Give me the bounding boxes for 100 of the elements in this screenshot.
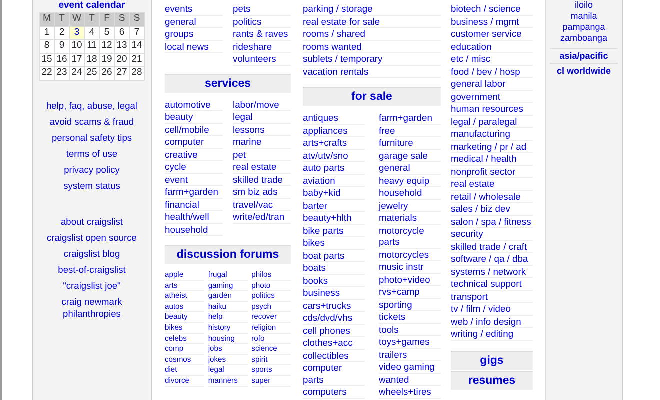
category-link[interactable]: sublets / temporary — [303, 53, 441, 66]
category-link[interactable]: marketing / pr / ad — [451, 140, 533, 153]
category-link[interactable]: salon / spa / fitness — [451, 216, 533, 228]
calendar-day-link[interactable]: 13 — [115, 40, 129, 52]
calendar-day-link[interactable]: 21 — [130, 54, 144, 66]
category-link[interactable]: boat parts — [303, 250, 365, 262]
category-link[interactable]: education — [451, 40, 533, 53]
region-link[interactable]: cl worldwide — [550, 63, 618, 78]
about-link[interactable]: craig newmark philanthropies — [39, 296, 145, 320]
category-link[interactable]: legal / paralegal — [451, 116, 533, 128]
category-link[interactable]: security — [451, 228, 533, 240]
about-link[interactable]: craigslist blog — [39, 248, 145, 260]
category-link[interactable]: free — [379, 124, 441, 137]
city-link[interactable]: iloilo — [550, 0, 618, 11]
section-header-link[interactable]: services — [165, 74, 291, 92]
category-link[interactable]: wanted — [379, 374, 441, 386]
info-link[interactable]: help, faq, abuse, legal — [39, 98, 145, 114]
category-link[interactable]: wheels+tires — [379, 386, 441, 398]
category-link[interactable]: collectibles — [303, 350, 365, 362]
city-link[interactable]: zamboanga — [550, 33, 618, 44]
section-header-link[interactable]: for sale — [303, 87, 441, 106]
category-link[interactable]: rvs+camp — [379, 286, 441, 298]
category-link[interactable]: travel/vac — [233, 198, 291, 211]
category-link[interactable]: sm biz ads — [233, 186, 291, 198]
category-link[interactable]: auto parts — [303, 162, 365, 174]
category-link[interactable]: sporting — [379, 298, 441, 311]
category-link[interactable]: skilled trade / craft — [451, 240, 533, 253]
category-link[interactable]: arts+crafts — [303, 137, 365, 150]
calendar-day-link[interactable]: 10 — [70, 40, 84, 52]
category-link[interactable]: cell phones — [303, 324, 365, 337]
category-link[interactable]: general — [379, 162, 441, 174]
category-link[interactable]: write/ed/tran — [233, 211, 291, 224]
category-link[interactable]: household — [165, 224, 223, 236]
category-link[interactable]: human resources — [451, 103, 533, 116]
calendar-day-link[interactable]: 24 — [70, 67, 84, 80]
category-link[interactable]: furniture — [379, 137, 441, 150]
calendar-day-link[interactable]: 1 — [40, 26, 54, 39]
category-link[interactable]: jewelry — [379, 200, 441, 212]
calendar-day-link[interactable]: 7 — [130, 26, 144, 39]
category-link[interactable]: business — [303, 287, 365, 300]
info-link[interactable]: privacy policy — [39, 162, 145, 178]
category-link[interactable]: cell/mobile — [165, 124, 223, 136]
info-link[interactable]: terms of use — [39, 146, 145, 162]
category-link[interactable]: rooms / shared — [303, 28, 441, 40]
category-link[interactable]: cars+trucks — [303, 300, 365, 312]
category-link[interactable]: atv/utv/sno — [303, 150, 365, 162]
category-link[interactable]: rants & raves — [233, 28, 291, 40]
category-link[interactable]: books — [303, 274, 365, 287]
category-link[interactable]: sales / biz dev — [451, 203, 533, 216]
category-link[interactable]: nonprofit sector — [451, 166, 533, 178]
category-link[interactable]: systems / network — [451, 266, 533, 278]
info-link[interactable]: personal safety tips — [39, 130, 145, 146]
category-link[interactable]: tv / film / video — [451, 303, 533, 316]
calendar-day-link[interactable]: 4 — [85, 26, 99, 39]
section-header-link[interactable]: gigs — [451, 350, 533, 370]
category-link[interactable]: medical / health — [451, 153, 533, 166]
category-link[interactable]: pets — [233, 3, 291, 16]
calendar-day-link[interactable]: 2 — [55, 26, 69, 39]
category-link[interactable]: software / qa / dba — [451, 253, 533, 266]
category-link[interactable]: cycle — [165, 161, 223, 174]
category-link[interactable]: events — [165, 3, 223, 16]
category-link[interactable]: computers — [303, 386, 365, 398]
category-link[interactable]: barter — [303, 200, 365, 212]
calendar-title-link[interactable]: event calendar — [39, 0, 145, 12]
calendar-day-link[interactable]: 17 — [70, 54, 84, 66]
category-link[interactable]: boats — [303, 262, 365, 274]
info-link[interactable]: system status — [39, 178, 145, 194]
calendar-day-link[interactable]: 5 — [100, 26, 114, 39]
calendar-day-link[interactable]: 16 — [55, 54, 69, 66]
calendar-day-link[interactable]: 14 — [130, 40, 144, 52]
category-link[interactable]: bike parts — [303, 224, 365, 237]
category-link[interactable]: general — [165, 16, 223, 28]
calendar-day-link[interactable]: 27 — [115, 67, 129, 80]
category-link[interactable]: volunteers — [233, 53, 291, 66]
category-link[interactable]: video gaming — [379, 361, 441, 374]
about-link[interactable]: about craigslist — [39, 216, 145, 228]
category-link[interactable]: lessons — [233, 124, 291, 136]
category-link[interactable]: cds/dvd/vhs — [303, 312, 365, 324]
category-link[interactable]: etc / misc — [451, 53, 533, 66]
category-link[interactable]: computer — [165, 136, 223, 148]
category-link[interactable]: materials — [379, 212, 441, 224]
category-link[interactable]: retail / wholesale — [451, 190, 533, 203]
category-link[interactable]: tickets — [379, 311, 441, 324]
city-link[interactable]: pampanga — [550, 22, 618, 33]
category-link[interactable]: clothes+acc — [303, 337, 365, 350]
category-link[interactable]: beauty — [165, 111, 223, 124]
category-link[interactable]: aviation — [303, 174, 365, 187]
category-link[interactable]: technical support — [451, 278, 533, 290]
calendar-day-link[interactable]: 25 — [85, 67, 99, 80]
category-link[interactable]: toys+games — [379, 336, 441, 348]
category-link[interactable]: trailers — [379, 348, 441, 361]
calendar-day-link[interactable]: 3 — [70, 26, 84, 39]
calendar-day-link[interactable]: 18 — [85, 54, 99, 66]
category-link[interactable]: customer service — [451, 28, 533, 40]
category-link[interactable]: bikes — [303, 237, 365, 250]
calendar-day-link[interactable]: 15 — [40, 54, 54, 66]
category-link[interactable]: marine — [233, 136, 291, 148]
category-link[interactable]: music instr — [379, 261, 441, 274]
category-link[interactable]: antiques — [303, 112, 365, 124]
category-link[interactable]: real estate — [233, 161, 291, 174]
